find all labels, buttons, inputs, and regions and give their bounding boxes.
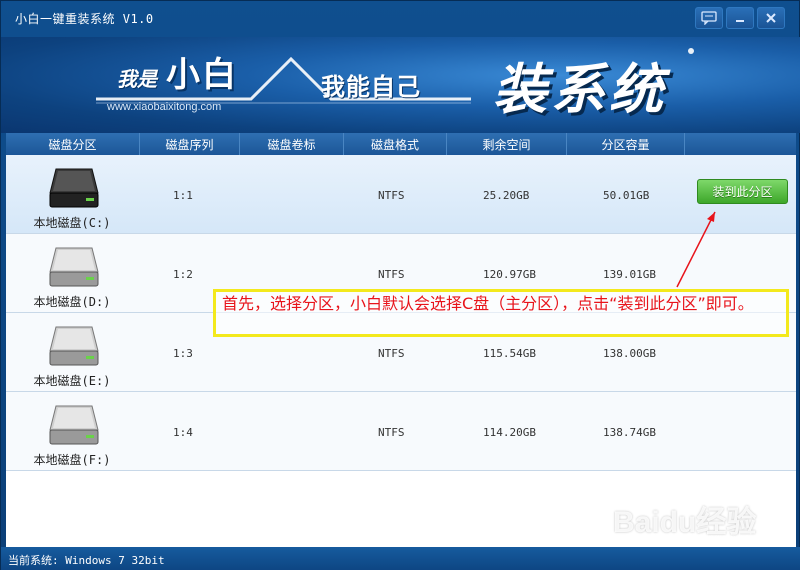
disk-free-space: 25.20GB (483, 189, 530, 202)
disk-sequence: 1:4 (173, 426, 193, 439)
annotation-text: 首先，选择分区，小白默认会选择C盘（主分区），点击“装到此分区”即可。 (222, 294, 754, 313)
disk-sequence: 1:3 (173, 347, 193, 360)
disk-format: NTFS (378, 426, 405, 439)
app-window: 小白一键重装系统 V1.0 我是 小白 我能自己 装系统 www.xiaobai… (0, 0, 800, 570)
close-icon (766, 13, 776, 23)
feedback-button[interactable] (695, 7, 723, 29)
column-header-volume: 磁盘卷标 (240, 133, 344, 155)
close-button[interactable] (757, 7, 785, 29)
disk-label: 本地磁盘(D:) (33, 295, 111, 309)
disk-format: NTFS (378, 347, 405, 360)
title-bar[interactable]: 小白一键重装系统 V1.0 (1, 1, 800, 37)
column-header-action (685, 133, 796, 155)
disk-free-space: 114.20GB (483, 426, 536, 439)
hard-disk-icon (49, 405, 99, 445)
hard-disk-icon (49, 247, 99, 287)
banner-text-install-system: 装系统 (493, 58, 667, 121)
current-system-text: 当前系统: Windows 7 32bit (8, 554, 165, 567)
status-bar: 当前系统: Windows 7 32bit (1, 547, 800, 570)
banner: 我是 小白 我能自己 装系统 www.xiaobaixitong.com (1, 37, 800, 133)
table-row[interactable]: 本地磁盘(F:) 1:4 NTFS 114.20GB 138.74GB (6, 392, 796, 471)
hard-disk-icon (49, 168, 99, 208)
annotation-box: 首先，选择分区，小白默认会选择C盘（主分区），点击“装到此分区”即可。 (213, 289, 789, 337)
disk-label: 本地磁盘(E:) (33, 374, 111, 388)
disk-label: 本地磁盘(F:) (33, 453, 111, 467)
disk-free-space: 120.97GB (483, 268, 536, 281)
table-header: 磁盘分区 磁盘序列 磁盘卷标 磁盘格式 剩余空间 分区容量 (6, 133, 796, 155)
chat-icon (701, 11, 717, 25)
hard-disk-icon (49, 326, 99, 366)
column-header-capacity: 分区容量 (567, 133, 685, 155)
disk-capacity: 138.74GB (603, 426, 656, 439)
banner-text-i-am: 我是 (117, 67, 157, 91)
banner-url: www.xiaobaixitong.com (107, 101, 222, 113)
column-header-sequence: 磁盘序列 (140, 133, 240, 155)
disk-free-space: 115.54GB (483, 347, 536, 360)
disk-capacity: 138.00GB (603, 347, 656, 360)
minimize-icon (736, 20, 744, 22)
disk-format: NTFS (378, 189, 405, 202)
watermark-url: jingyan.baidu.com (704, 533, 785, 544)
install-to-partition-button[interactable]: 装到此分区 (697, 179, 788, 204)
disk-sequence: 1:1 (173, 189, 193, 202)
disk-capacity: 139.01GB (603, 268, 656, 281)
disk-format: NTFS (378, 268, 405, 281)
disk-sequence: 1:2 (173, 268, 193, 281)
column-header-free-space: 剩余空间 (447, 133, 567, 155)
column-header-partition: 磁盘分区 (6, 133, 140, 155)
table-row[interactable]: 本地磁盘(C:) 1:1 NTFS 25.20GB 50.01GB 装到此分区 (6, 155, 796, 234)
banner-text-myself: 我能自己 (321, 73, 421, 101)
window-title: 小白一键重装系统 V1.0 (15, 12, 154, 26)
disk-capacity: 50.01GB (603, 189, 650, 202)
disk-label: 本地磁盘(C:) (33, 216, 111, 230)
minimize-button[interactable] (726, 7, 754, 29)
column-header-format: 磁盘格式 (344, 133, 447, 155)
banner-text-xiaobai: 小白 (166, 55, 238, 95)
